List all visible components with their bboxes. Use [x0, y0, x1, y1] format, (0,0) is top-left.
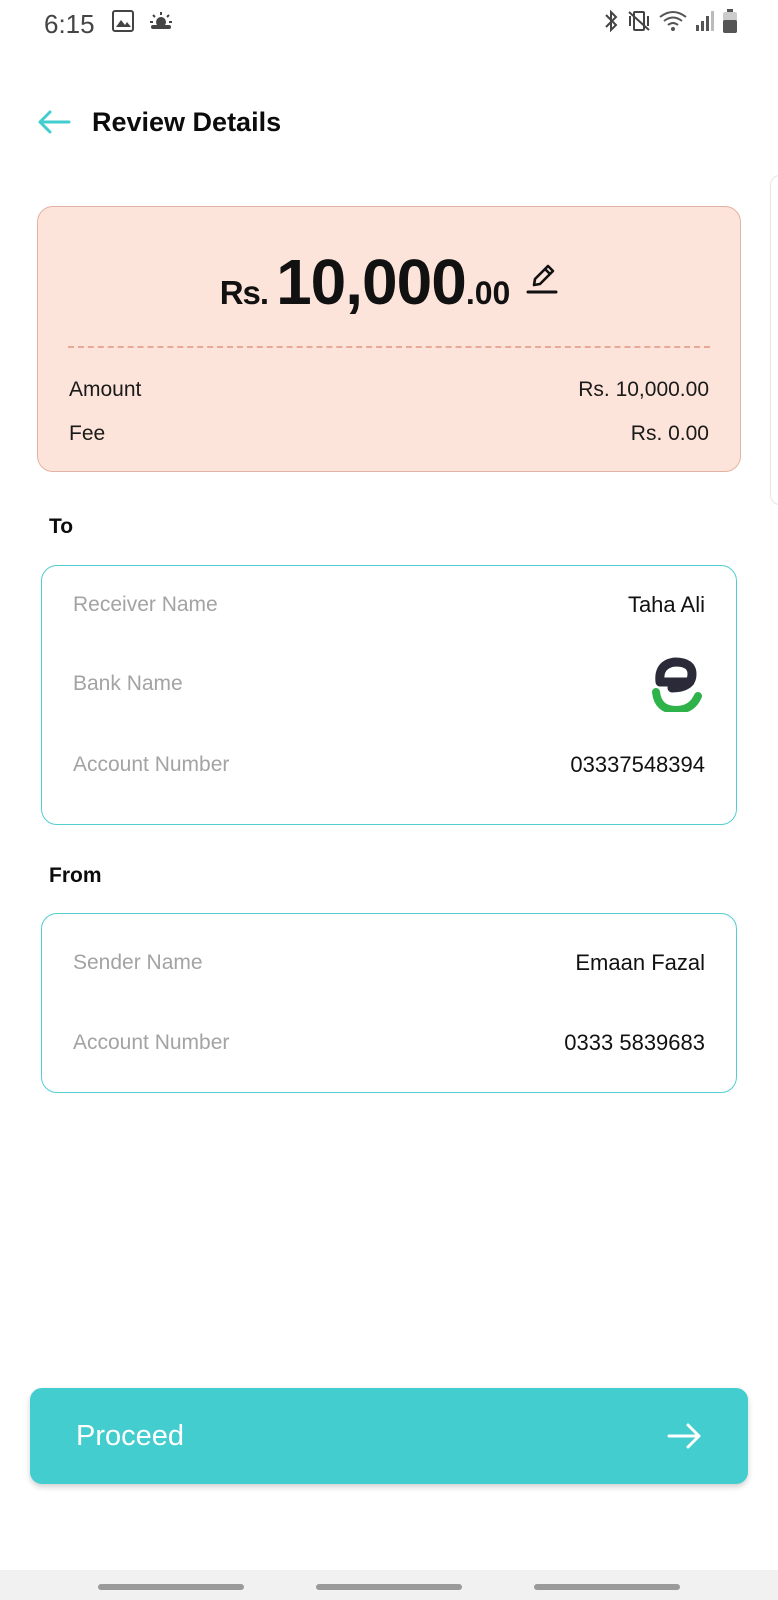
pencil-icon: [526, 264, 558, 294]
header: Review Details: [36, 100, 281, 144]
account-number-label: Account Number: [73, 753, 230, 776]
nav-home-button[interactable]: [316, 1584, 462, 1590]
summary-label: Amount: [69, 378, 142, 401]
receiver-name-value: Taha Ali: [627, 592, 705, 617]
bank-name-label: Bank Name: [73, 672, 183, 695]
receiver-account-value: 03337548394: [570, 752, 705, 777]
sender-name-value: Emaan Fazal: [575, 950, 705, 975]
edit-amount-button[interactable]: [526, 261, 558, 295]
summary-value: Rs. 0.00: [630, 422, 709, 445]
amount-card: Rs. 10,000 .00 Amount Rs. 10,000.00 Fee …: [37, 206, 741, 472]
status-left-icons: [112, 10, 174, 32]
proceed-label: Proceed: [76, 1419, 185, 1452]
summary-value: Rs. 10,000.00: [578, 378, 709, 401]
bank-name-row: Bank Name: [73, 654, 705, 714]
status-right-icons: [602, 8, 738, 34]
nav-recents-button[interactable]: [98, 1584, 244, 1590]
amount-currency: Rs.: [219, 274, 269, 311]
back-button[interactable]: [36, 104, 72, 140]
wifi-icon: [659, 11, 687, 31]
side-panel-edge: [770, 175, 778, 505]
weather-icon: [150, 12, 172, 29]
receiver-name-row: Receiver Name Taha Ali: [73, 592, 705, 618]
divider: [68, 346, 710, 348]
easypaisa-logo-icon: [652, 657, 702, 712]
sender-name-row: Sender Name Emaan Fazal: [73, 950, 705, 976]
status-time: 6:15: [44, 9, 95, 39]
vibrate-icon: [628, 11, 650, 31]
from-section-label: From: [49, 864, 102, 887]
arrow-left-icon: [38, 110, 71, 134]
summary-row-amount: Amount Rs. 10,000.00: [69, 378, 709, 402]
nav-bar: [0, 1570, 778, 1600]
battery-icon: [723, 9, 737, 33]
summary-row-fee: Fee Rs. 0.00: [69, 422, 709, 446]
sender-name-label: Sender Name: [73, 951, 203, 974]
amount-display: Rs. 10,000 .00: [38, 245, 740, 319]
sender-card: Sender Name Emaan Fazal Account Number 0…: [41, 913, 737, 1093]
page-title: Review Details: [92, 106, 282, 137]
to-section-label: To: [49, 515, 74, 538]
receiver-name-label: Receiver Name: [73, 593, 218, 616]
account-number-label: Account Number: [73, 1031, 230, 1054]
amount-whole: 10,000: [276, 246, 467, 318]
amount-decimal: .00: [465, 275, 511, 311]
sender-account-value: 0333 5839683: [564, 1030, 705, 1055]
image-icon: [112, 10, 134, 32]
nav-back-button[interactable]: [534, 1584, 680, 1590]
status-bar: 6:15: [0, 0, 778, 46]
receiver-account-row: Account Number 03337548394: [73, 752, 705, 778]
summary-label: Fee: [69, 422, 106, 445]
sender-account-row: Account Number 0333 5839683: [73, 1030, 705, 1056]
signal-icon: [696, 11, 714, 31]
proceed-button[interactable]: Proceed: [30, 1388, 748, 1484]
receiver-card: Receiver Name Taha Ali Bank Name Account…: [41, 565, 737, 825]
arrow-right-icon: [667, 1423, 701, 1449]
bluetooth-icon: [605, 9, 618, 33]
